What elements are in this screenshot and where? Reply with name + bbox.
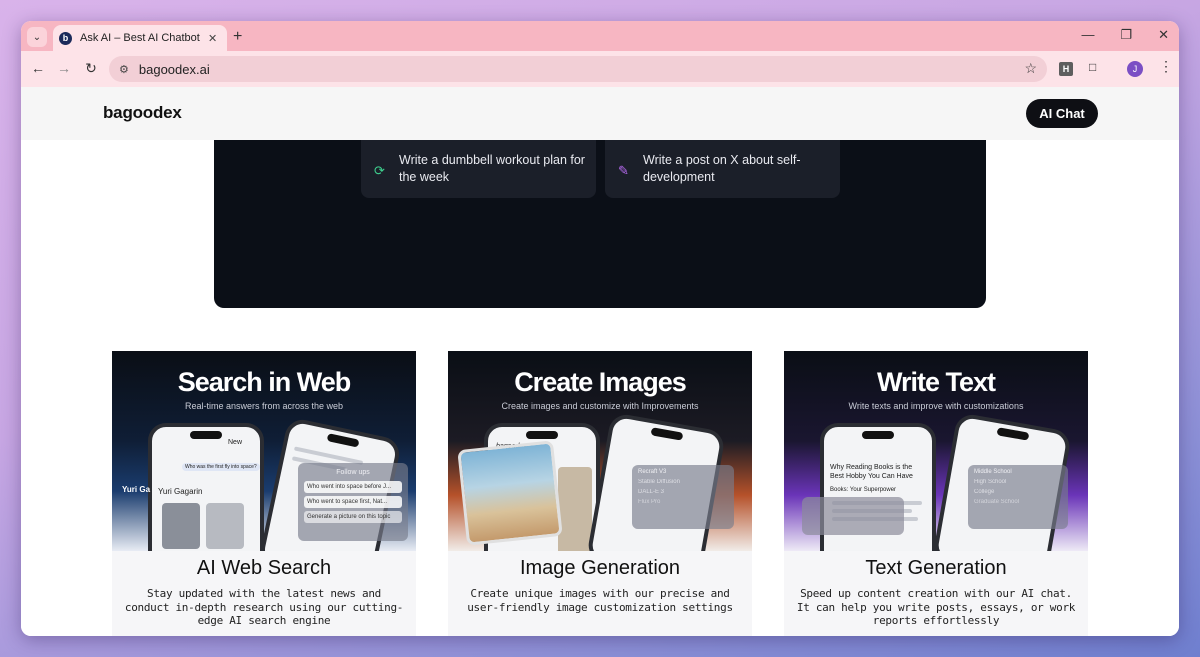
visual-subtitle: Create images and customize with Improve…: [501, 401, 699, 411]
more-menu-icon[interactable]: ⋮: [1159, 58, 1173, 75]
chevron-down-icon: ⌄: [32, 31, 42, 43]
mock-photo: [162, 503, 200, 549]
feature-card-text-generation[interactable]: Write Text Write texts and improve with …: [784, 351, 1088, 636]
ai-chat-button[interactable]: AI Chat: [1026, 99, 1098, 128]
feature-description: Create unique images with our precise an…: [467, 587, 733, 614]
site-info-icon[interactable]: ⚙: [119, 63, 129, 76]
web-page: bagoodex AI Chat ⟳ Write a dumbbell work…: [21, 87, 1179, 636]
mock-answer: Yuri Gagarin: [158, 487, 203, 496]
panel-item: High School: [974, 479, 1007, 485]
window-controls: — ❐ ✕: [1081, 27, 1169, 43]
improvements-panel: Recraft V3 Stable Diffusion DALL-E 3 Flu…: [632, 465, 734, 529]
extensions-puzzle-icon[interactable]: □: [1089, 60, 1096, 74]
tab-strip: ⌄ b Ask AI – Best AI Chatbot and AI ✕ + …: [21, 21, 1179, 51]
panel-item-selected: Recraft V3: [638, 469, 667, 475]
tab-active[interactable]: b Ask AI – Best AI Chatbot and AI ✕: [53, 25, 227, 51]
feature-title: Image Generation: [519, 557, 681, 579]
restore-icon[interactable]: ❐: [1120, 27, 1132, 43]
feature-visual: Search in Web Real-time answers from acr…: [112, 351, 416, 551]
tab-search-button[interactable]: ⌄: [27, 27, 47, 47]
mock-new-label: New: [228, 439, 243, 446]
feature-card-web-search[interactable]: Search in Web Real-time answers from acr…: [112, 351, 416, 636]
panel-item: College: [974, 489, 995, 495]
panel-title: Follow ups: [336, 469, 370, 476]
tab-title: Ask AI – Best AI Chatbot and AI: [80, 32, 202, 44]
feature-visual: Write Text Write texts and improve with …: [784, 351, 1088, 551]
prompt-suggestion[interactable]: ✎ Write a post on X about self-developme…: [605, 140, 840, 198]
improvements-panel: Middle School High School College Gradua…: [968, 465, 1068, 529]
feature-description: Stay updated with the latest news and co…: [124, 587, 404, 627]
visual-title: Search in Web: [177, 367, 352, 397]
browser-window: ⌄ b Ask AI – Best AI Chatbot and AI ✕ + …: [21, 21, 1179, 636]
panel-item: DALL-E 3: [638, 489, 665, 495]
panel-item: Flux Pro: [638, 499, 661, 505]
cat-image: [457, 440, 563, 546]
prompt-suggestion[interactable]: ⟳ Write a dumbbell workout plan for the …: [361, 140, 596, 198]
prompt-text: Write a post on X about self-development: [643, 153, 801, 184]
site-favicon-icon: b: [59, 31, 72, 45]
visual-title: Create Images: [514, 367, 687, 397]
address-bar[interactable]: ⚙ bagoodex.ai ☆: [109, 56, 1047, 82]
feature-title: Text Generation: [865, 557, 1007, 579]
mock-question: Who was the first fly into space?: [182, 463, 260, 471]
extension-h-icon[interactable]: H: [1059, 62, 1073, 76]
follow-ups-panel: Follow ups Who went into space before J.…: [298, 463, 408, 541]
phone-mockup: New Who was the first fly into space? Yu…: [148, 423, 264, 551]
site-header: bagoodex AI Chat: [21, 87, 1179, 140]
panel-item: Stable Diffusion: [638, 479, 680, 485]
edit-icon: ✎: [618, 163, 629, 178]
tab-close-icon[interactable]: ✕: [208, 32, 217, 45]
new-tab-icon[interactable]: +: [233, 28, 242, 46]
minimize-icon[interactable]: —: [1081, 27, 1094, 43]
hero-chat-panel: ⟳ Write a dumbbell workout plan for the …: [214, 140, 986, 308]
visual-subtitle: Write texts and improve with customizati…: [848, 401, 1024, 411]
forward-icon[interactable]: →: [55, 60, 73, 76]
close-window-icon[interactable]: ✕: [1158, 27, 1169, 43]
panel-item-selected: Middle School: [974, 469, 1012, 475]
feature-description: Speed up content creation with our AI ch…: [796, 587, 1076, 627]
bookmark-star-icon[interactable]: ☆: [1024, 60, 1037, 77]
panel-item: Graduate School: [974, 499, 1020, 505]
prompt-text: Write a dumbbell workout plan for the we…: [399, 153, 585, 184]
visual-subtitle: Real-time answers from across the web: [184, 401, 344, 411]
dumbbell-icon: ⟳: [374, 163, 385, 178]
feature-title: AI Web Search: [196, 557, 332, 579]
mock-input-overlay: [802, 497, 904, 535]
url-text[interactable]: bagoodex.ai: [139, 62, 210, 77]
browser-toolbar: ← → ↻ ⚙ bagoodex.ai ☆ H □ J ⋮: [21, 51, 1179, 87]
back-icon[interactable]: ←: [29, 60, 47, 76]
reload-icon[interactable]: ↻: [82, 60, 100, 77]
mock-article-title: Why Reading Books is the Best Hobby You …: [830, 464, 913, 480]
feature-visual: Create Images Create images and customiz…: [448, 351, 752, 551]
mock-side-name: Yuri Ga: [122, 485, 151, 494]
site-logo[interactable]: bagoodex: [103, 103, 182, 123]
panel-item: Who went into space before J...: [304, 481, 402, 493]
feature-card-image-generation[interactable]: Create Images Create images and customiz…: [448, 351, 752, 636]
mock-photo: [206, 503, 244, 549]
mock-thumbnail: [558, 467, 592, 551]
panel-item: Generate a picture on this topic: [304, 511, 402, 523]
profile-avatar[interactable]: J: [1127, 61, 1143, 77]
panel-item: Who went to space first, Nat...: [304, 496, 402, 508]
mock-article-sub: Books: Your Superpower: [830, 487, 897, 493]
visual-title: Write Text: [876, 367, 996, 397]
